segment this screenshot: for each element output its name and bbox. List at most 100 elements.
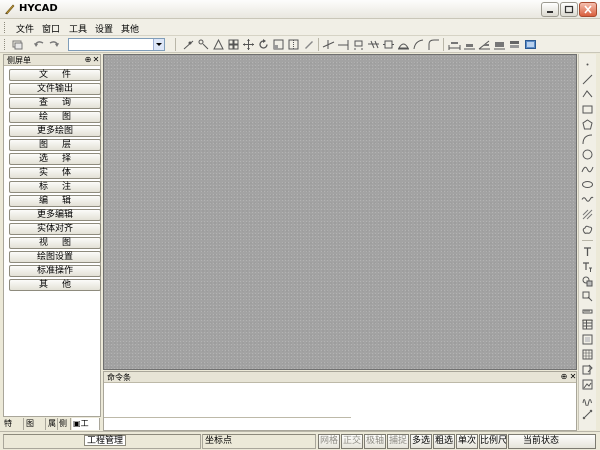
arc-icon[interactable] — [412, 38, 425, 51]
spline-icon[interactable] — [581, 163, 594, 176]
tab-side[interactable]: 侧 — [58, 418, 71, 430]
nav-more-edit[interactable]: 更多编辑 — [9, 209, 101, 221]
menu-file[interactable]: 文件 — [16, 22, 34, 35]
multiline-text-icon[interactable] — [581, 260, 594, 273]
nav-view[interactable]: 视图 — [9, 237, 101, 249]
extend-icon[interactable] — [337, 38, 350, 51]
layers-icon[interactable] — [11, 38, 24, 51]
mirror-icon[interactable] — [287, 38, 300, 51]
dim-style-icon[interactable] — [524, 38, 537, 51]
offset-icon[interactable] — [382, 38, 395, 51]
image-icon[interactable] — [581, 378, 594, 391]
nav-draw[interactable]: 绘图 — [9, 111, 101, 123]
wave-line-icon[interactable] — [581, 193, 594, 206]
attribute-icon[interactable] — [581, 363, 594, 376]
layer-dropdown[interactable] — [68, 38, 165, 51]
toggle-rough-select[interactable]: 粗选 — [433, 434, 455, 449]
nav-edit[interactable]: 编辑 — [9, 195, 101, 207]
nav-draw-settings[interactable]: 绘图设置 — [9, 251, 101, 263]
pin-icon[interactable]: ⊕ — [84, 56, 92, 64]
dim-baseline-icon[interactable] — [493, 38, 506, 51]
nav-file-output[interactable]: 文件输出 — [9, 83, 101, 95]
pin-icon[interactable]: ⊕ — [560, 373, 568, 381]
rectangle-icon[interactable] — [581, 103, 594, 116]
ellipse-icon[interactable] — [581, 178, 594, 191]
nav-dimension[interactable]: 标注 — [9, 181, 101, 193]
table-icon[interactable] — [581, 318, 594, 331]
frame-icon[interactable] — [581, 333, 594, 346]
menu-grip[interactable] — [4, 22, 7, 33]
dim-aligned-icon[interactable] — [463, 38, 476, 51]
status-pane-left: 工程管理 — [3, 434, 201, 449]
nav-more-draw[interactable]: 更多绘图 — [9, 125, 101, 137]
close-icon[interactable]: ✕ — [92, 56, 100, 64]
tab-drawing[interactable]: 图 — [25, 418, 46, 430]
nav-entity[interactable]: 实体 — [9, 167, 101, 179]
menu-settings[interactable]: 设置 — [95, 22, 113, 35]
command-input[interactable] — [104, 417, 351, 430]
move-icon[interactable] — [242, 38, 255, 51]
toggle-snap[interactable]: 捕捉 — [387, 434, 409, 449]
nav-standard-ops[interactable]: 标准操作 — [9, 265, 101, 277]
circle-icon[interactable] — [581, 148, 594, 161]
toolbar-grip[interactable] — [4, 39, 7, 50]
ruler-icon[interactable] — [581, 305, 594, 318]
grid-table-icon[interactable] — [581, 348, 594, 361]
scale-icon[interactable] — [272, 38, 285, 51]
toggle-grid[interactable]: 网格 — [318, 434, 340, 449]
nav-query[interactable]: 查询 — [9, 97, 101, 109]
dim-ruler-icon[interactable] — [581, 408, 594, 421]
triangle-icon[interactable] — [212, 38, 225, 51]
pen-icon[interactable] — [302, 38, 315, 51]
toggle-ortho[interactable]: 正交 — [341, 434, 363, 449]
hatch-icon[interactable] — [581, 208, 594, 221]
toggle-polar[interactable]: 极轴 — [364, 434, 386, 449]
close-button[interactable] — [579, 2, 597, 17]
insert-block-icon[interactable] — [581, 290, 594, 303]
nav-select[interactable]: 选择 — [9, 153, 101, 165]
nav-layer[interactable]: 图层 — [9, 139, 101, 151]
menu-tools[interactable]: 工具 — [69, 22, 87, 35]
arc-icon[interactable] — [581, 133, 594, 146]
tab-attributes[interactable]: 属 — [47, 418, 58, 430]
menu-window[interactable]: 窗口 — [42, 22, 60, 35]
drawing-canvas[interactable] — [103, 54, 577, 370]
tab-tools[interactable]: ▣工 — [72, 418, 100, 430]
wave-symbol-icon[interactable] — [581, 393, 594, 406]
grid-icon[interactable] — [227, 38, 240, 51]
tab-properties[interactable]: 特 — [3, 418, 24, 430]
polyline-icon[interactable] — [581, 88, 594, 101]
menu-other[interactable]: 其他 — [121, 22, 139, 35]
array-icon[interactable] — [397, 38, 410, 51]
command-panel: 命令条 ⊕ ✕ — [103, 371, 577, 431]
nav-entity-align[interactable]: 实体对齐 — [9, 223, 101, 235]
maximize-button[interactable] — [560, 2, 578, 17]
block-icon[interactable] — [581, 275, 594, 288]
rotate-icon[interactable] — [257, 38, 270, 51]
cut-icon[interactable] — [367, 38, 380, 51]
trim-icon[interactable] — [322, 38, 335, 51]
dim-linear-icon[interactable] — [448, 38, 461, 51]
measure-point-icon[interactable] — [197, 38, 210, 51]
line-icon[interactable] — [581, 73, 594, 86]
minimize-button[interactable] — [541, 2, 559, 17]
toggle-scale-bar[interactable]: 比例尺 — [479, 434, 507, 449]
dim-continue-icon[interactable] — [508, 38, 521, 51]
polygon-icon[interactable] — [581, 118, 594, 131]
project-management-tab[interactable]: 工程管理 — [84, 435, 127, 446]
nav-file[interactable]: 文件 — [9, 69, 101, 81]
dim-angle-icon[interactable] — [478, 38, 491, 51]
current-status[interactable]: 当前状态 — [508, 434, 596, 449]
cloud-icon[interactable] — [581, 223, 594, 236]
text-icon[interactable] — [581, 245, 594, 258]
toggle-multi-select[interactable]: 多选 — [410, 434, 432, 449]
break-icon[interactable] — [352, 38, 365, 51]
close-icon[interactable]: ✕ — [569, 373, 577, 381]
nav-other[interactable]: 其他 — [9, 279, 101, 291]
fillet-icon[interactable] — [427, 38, 440, 51]
measure-line-icon[interactable] — [182, 38, 195, 51]
redo-icon[interactable] — [48, 38, 61, 51]
toggle-single[interactable]: 单次 — [456, 434, 478, 449]
undo-icon[interactable] — [32, 38, 45, 51]
point-icon[interactable] — [581, 58, 594, 71]
